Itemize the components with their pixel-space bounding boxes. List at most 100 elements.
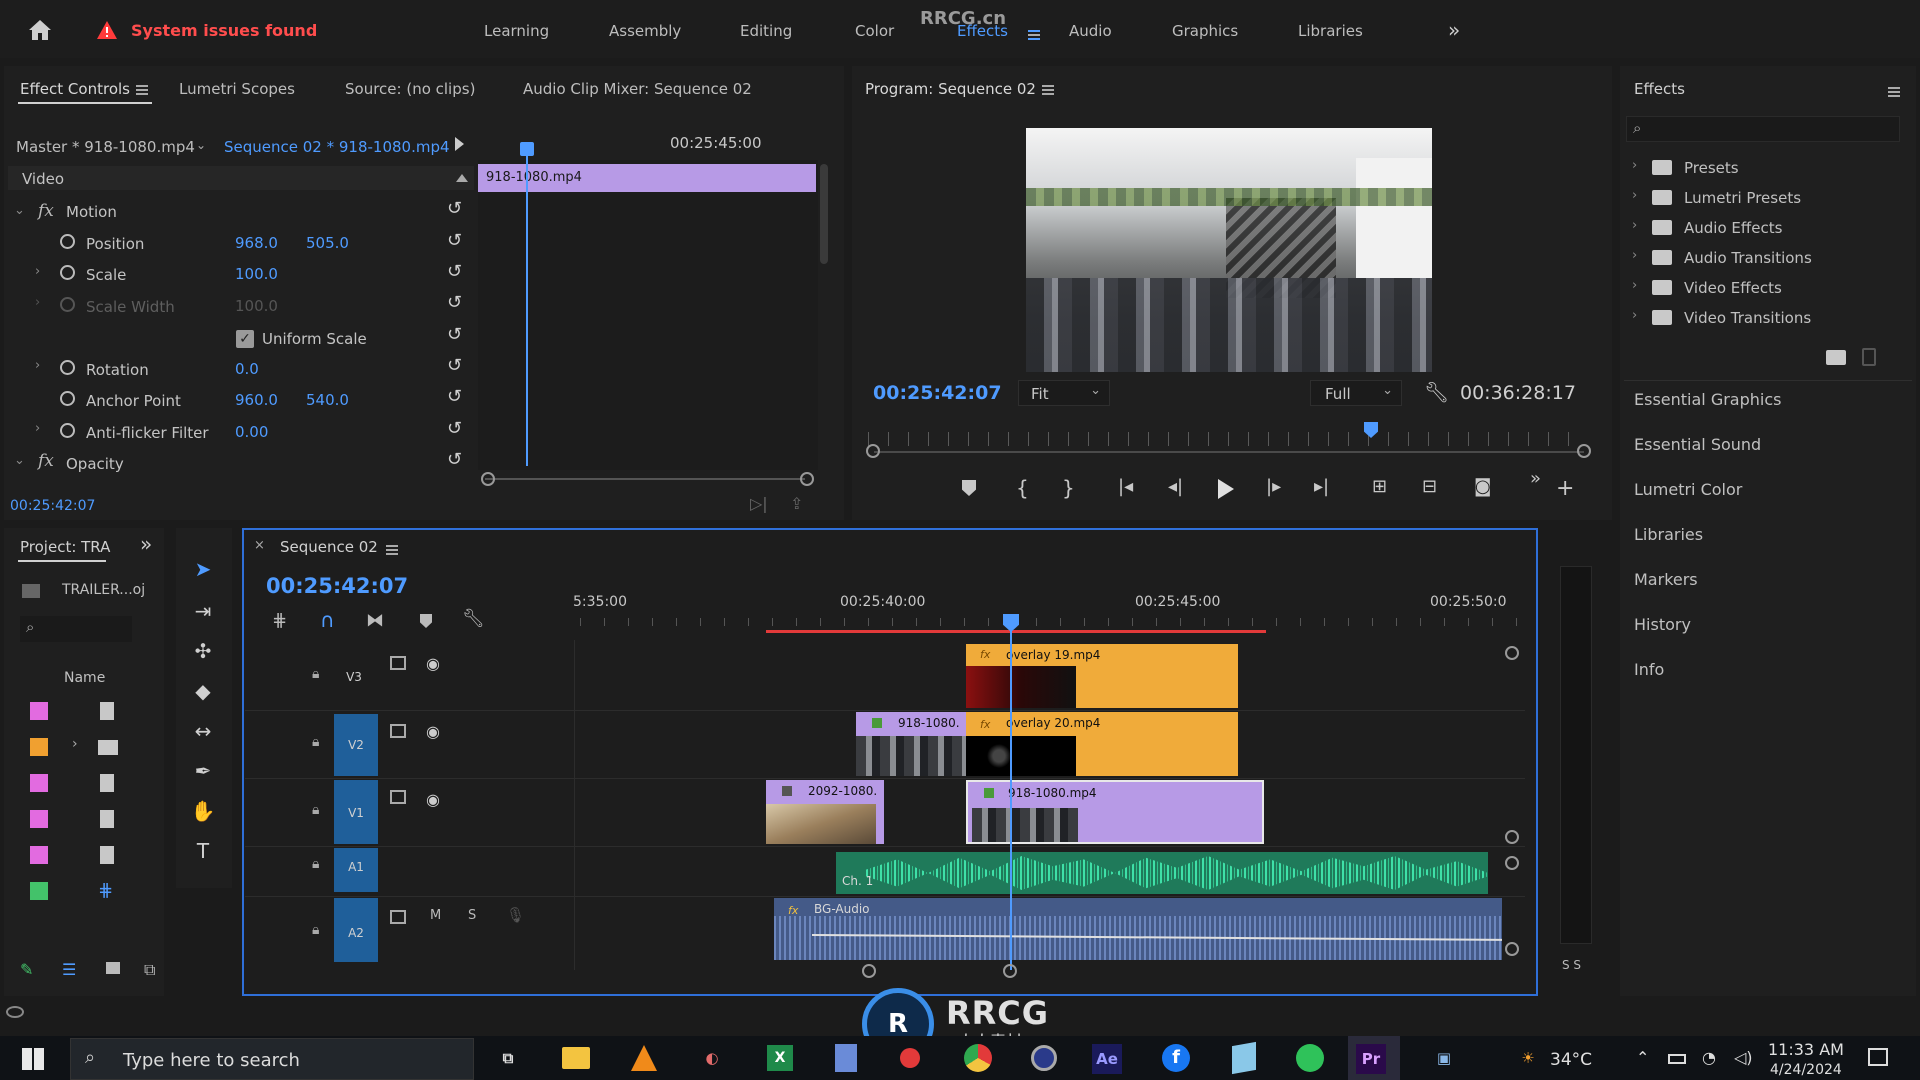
new-bin-icon[interactable] (1826, 350, 1846, 365)
effects-item-audio-transitions[interactable]: Audio Transitions (1684, 249, 1812, 267)
sync-v3-icon[interactable] (390, 656, 406, 670)
reset-opacity-icon[interactable]: ↺ (447, 449, 462, 470)
workspace-audio[interactable]: Audio (1069, 22, 1112, 40)
video-effects-expand-icon[interactable]: › (1632, 278, 1637, 293)
windows-start-icon[interactable] (22, 1048, 44, 1070)
timeline-settings-icon[interactable]: 🔧︎ (462, 608, 485, 629)
slip-tool-icon[interactable]: ↔ (186, 714, 220, 748)
export-icon[interactable]: ⇪ (790, 494, 803, 513)
program-scroll-left-handle[interactable] (866, 444, 880, 458)
track-a1-label[interactable]: A1 (336, 860, 376, 874)
timeline-vscroll-a[interactable] (1505, 856, 1519, 870)
temperature[interactable]: 34°C (1550, 1050, 1592, 1070)
snap-icon[interactable]: ∩ (320, 608, 335, 632)
ripple-edit-tool-icon[interactable]: ✣ (186, 634, 220, 668)
mute-a2-button[interactable]: M (430, 908, 441, 923)
stopwatch-anchor-icon[interactable] (60, 391, 75, 406)
stopwatch-rotation-icon[interactable] (60, 360, 75, 375)
panel-lumetri-color[interactable]: Lumetri Color (1634, 480, 1742, 499)
panel-essential-graphics[interactable]: Essential Graphics (1634, 390, 1781, 409)
trash-icon[interactable] (1862, 348, 1876, 366)
ec-scroll-handle-right[interactable] (800, 472, 814, 486)
selection-tool-icon[interactable]: ➤ (186, 552, 220, 586)
extract-icon[interactable]: ⊟ (1422, 476, 1437, 497)
system-alert[interactable]: System issues found (131, 21, 317, 40)
panel-essential-sound[interactable]: Essential Sound (1634, 435, 1761, 454)
eye-v2-icon[interactable]: ◉ (426, 722, 440, 741)
timeline-hscroll-right[interactable] (1003, 964, 1017, 978)
ec-playhead-marker[interactable] (520, 142, 534, 156)
sequence-clip-label[interactable]: Sequence 02 * 918-1080.mp4 (224, 138, 450, 156)
tab-audio-clip-mixer[interactable]: Audio Clip Mixer: Sequence 02 (523, 80, 752, 98)
mic-a2-icon[interactable]: 🎙︎ (506, 906, 525, 924)
anchor-x-value[interactable]: 960.0 (235, 391, 278, 409)
eye-v3-icon[interactable]: ◉ (426, 654, 440, 673)
panel-libraries[interactable]: Libraries (1634, 525, 1703, 544)
go-to-in-icon[interactable]: |◂ (1118, 476, 1133, 497)
antiflicker-expand-icon[interactable]: › (35, 421, 40, 436)
taskbar-search[interactable]: ⌕ Type here to search (70, 1038, 474, 1080)
program-scrub-ruler[interactable] (868, 432, 1580, 446)
reset-scale-width-icon[interactable]: ↺ (447, 292, 462, 313)
stopwatch-antiflicker-icon[interactable] (60, 423, 75, 438)
uniform-scale-checkbox[interactable]: ✓ (236, 330, 254, 348)
hand-tool-icon[interactable]: ✋ (186, 794, 220, 828)
add-button-icon[interactable]: + (1556, 476, 1574, 501)
tray-battery-icon[interactable] (1668, 1054, 1686, 1064)
ec-scroll-handle-left[interactable] (481, 472, 495, 486)
program-scroll-line[interactable] (874, 451, 1584, 453)
rotation-value[interactable]: 0.0 (235, 360, 259, 378)
record-icon[interactable] (892, 1040, 928, 1076)
clock-date[interactable]: 4/24/2024 (1770, 1062, 1842, 1078)
effects-item-lumetri-presets[interactable]: Lumetri Presets (1684, 189, 1801, 207)
position-y-value[interactable]: 505.0 (306, 234, 349, 252)
reset-position-icon[interactable]: ↺ (447, 230, 462, 251)
sync-a2-icon[interactable] (390, 910, 406, 924)
presets-expand-icon[interactable]: › (1632, 158, 1637, 173)
workspace-assembly[interactable]: Assembly (609, 22, 681, 40)
workspace-learning[interactable]: Learning (484, 22, 549, 40)
program-timecode[interactable]: 00:25:42:07 (873, 382, 1002, 404)
sequence-item-icon[interactable]: ⋕ (98, 880, 113, 901)
bin-expand-icon[interactable]: › (72, 736, 78, 752)
project-search-field[interactable]: ⌕ (20, 616, 132, 642)
fx-motion-icon[interactable]: fx (38, 201, 54, 221)
scroll-up-icon[interactable] (456, 174, 468, 182)
clip-overlay-19[interactable]: fx overlay 19.mp4 (966, 644, 1238, 708)
go-to-out-icon[interactable]: ▸| (1314, 476, 1329, 497)
tab-lumetri-scopes[interactable]: Lumetri Scopes (179, 80, 295, 98)
chrome-icon[interactable] (960, 1040, 996, 1076)
task-view-icon[interactable]: ⧉ (490, 1040, 526, 1076)
file-explorer-icon[interactable] (558, 1040, 594, 1076)
step-forward-icon[interactable]: |▸ (1266, 476, 1281, 497)
track-v1-label[interactable]: V1 (336, 806, 376, 820)
project-more-icon[interactable]: » (140, 532, 152, 556)
reset-scale-icon[interactable]: ↺ (447, 261, 462, 282)
project-item-icon[interactable] (100, 810, 114, 828)
lock-v3-icon[interactable]: 🔒︎ (312, 666, 319, 682)
paint-icon[interactable]: ◐ (694, 1040, 730, 1076)
after-effects-icon[interactable]: Ae (1092, 1044, 1122, 1074)
browser-icon[interactable] (1026, 1040, 1062, 1076)
timeline-hscroll-left[interactable] (862, 964, 876, 978)
audio-effects-expand-icon[interactable]: › (1632, 218, 1637, 233)
project-item-icon[interactable] (100, 774, 114, 792)
clip-bg-audio[interactable]: fx BG-Audio (774, 898, 1502, 960)
razor-tool-icon[interactable]: ◆ (186, 674, 220, 708)
ec-vscroll[interactable] (820, 164, 828, 264)
icon-view-icon[interactable] (106, 962, 120, 974)
warning-icon[interactable] (94, 18, 120, 42)
mark-in-icon[interactable]: { (1016, 476, 1029, 500)
scale-expand-icon[interactable]: › (35, 264, 40, 279)
calculator-icon[interactable] (828, 1040, 864, 1076)
linked-selection-icon[interactable]: ⧓ (366, 610, 384, 631)
ec-scrollbar[interactable] (485, 478, 805, 480)
timeline-vscroll-top[interactable] (1505, 646, 1519, 660)
sync-v2-icon[interactable] (390, 724, 406, 738)
project-item-icon[interactable] (100, 846, 114, 864)
motion-expand-icon[interactable]: ⌄ (14, 203, 25, 218)
program-title[interactable]: Program: Sequence 02 (865, 80, 1054, 98)
step-back-icon[interactable]: ◂| (1168, 476, 1183, 497)
project-name-header[interactable]: Name (64, 670, 105, 686)
lock-a1-icon[interactable]: 🔒︎ (312, 856, 319, 872)
